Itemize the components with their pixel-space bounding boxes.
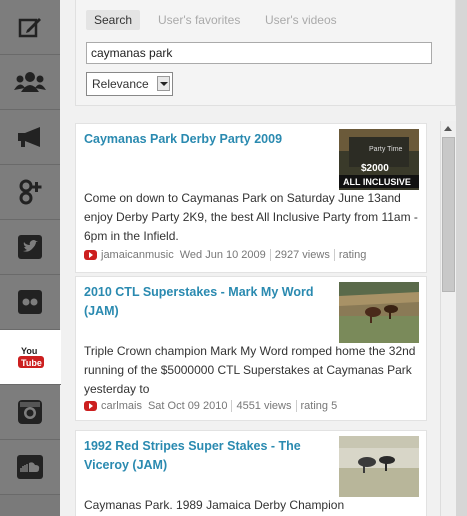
result-meta: carlmais Sat Oct 09 2010 4551 views rati… <box>84 398 424 414</box>
result-date: Wed Jun 10 2009 <box>179 249 266 261</box>
result-meta: jamaicanmusic Wed Jun 10 2009 2927 views… <box>84 247 424 263</box>
sidebar-item-twitter[interactable] <box>0 220 60 275</box>
youtube-logo-you: You <box>21 346 37 356</box>
sort-select[interactable]: Relevance <box>86 72 173 96</box>
result-rating: rating <box>338 249 367 261</box>
result-description: Triple Crown champion Mark My Word rompe… <box>84 344 416 396</box>
chevron-down-icon[interactable] <box>157 76 170 91</box>
results-list: Caymanas Park Derby Party 2009 Party Tim… <box>75 121 440 516</box>
result-views: 2927 views <box>274 249 330 261</box>
result-thumbnail[interactable] <box>339 436 419 497</box>
result-item[interactable]: Caymanas Park Derby Party 2009 Party Tim… <box>75 123 427 273</box>
youtube-small-icon <box>84 401 97 411</box>
sort-select-value: Relevance <box>92 77 149 91</box>
sidebar-item-flickr[interactable] <box>0 275 60 330</box>
result-item[interactable]: 2010 CTL Superstakes - Mark My Word (JAM… <box>75 276 427 421</box>
sidebar-item-youtube[interactable]: You Tube <box>0 330 61 385</box>
tab-users-videos[interactable]: User's videos <box>265 10 337 30</box>
panel-edge <box>456 0 467 516</box>
result-title[interactable]: 2010 CTL Superstakes - Mark My Word (JAM… <box>84 283 329 321</box>
result-thumbnail[interactable] <box>339 282 419 343</box>
sidebar-item-edit[interactable] <box>0 0 60 55</box>
result-author[interactable]: carlmais <box>101 400 142 412</box>
divider <box>333 249 335 261</box>
youtube-logo-tube: Tube <box>21 358 42 368</box>
edit-icon <box>17 14 43 40</box>
thumb-text: Party Time <box>369 146 403 153</box>
twitter-icon <box>17 234 43 260</box>
result-description: Come on down to Caymanas Park on Saturda… <box>84 191 418 243</box>
sidebar-item-users[interactable] <box>0 55 60 110</box>
search-panel: Search User's favorites User's videos Re… <box>75 0 456 106</box>
thumb-text: ALL INCLUSIVE <box>343 177 411 187</box>
result-title[interactable]: Caymanas Park Derby Party 2009 <box>84 130 329 149</box>
divider <box>295 400 297 412</box>
divider <box>269 249 271 261</box>
instagram-icon <box>17 399 43 425</box>
megaphone-icon <box>16 125 44 149</box>
result-description: Caymanas Park. 1989 Jamaica Derby Champi… <box>84 498 345 512</box>
youtube-small-icon <box>84 250 97 260</box>
soundcloud-icon <box>16 454 44 480</box>
sidebar-item-soundcloud[interactable] <box>0 440 60 495</box>
search-input[interactable] <box>86 42 432 64</box>
social-sidebar: You Tube <box>0 0 61 516</box>
sidebar-item-instagram[interactable] <box>0 385 60 440</box>
result-author[interactable]: jamaicanmusic <box>101 249 174 261</box>
result-views: 4551 views <box>236 400 292 412</box>
sidebar-item-announce[interactable] <box>0 110 60 165</box>
sidebar-item-google-plus[interactable] <box>0 165 60 220</box>
flickr-icon <box>17 289 43 315</box>
google-plus-icon <box>17 178 43 206</box>
tab-users-favorites[interactable]: User's favorites <box>158 10 240 30</box>
users-icon <box>13 70 47 94</box>
scroll-up-arrow-icon[interactable] <box>441 121 456 136</box>
tab-search[interactable]: Search <box>86 10 141 30</box>
result-item[interactable]: 1992 Red Stripes Super Stakes - The Vice… <box>75 430 427 516</box>
scrollbar-thumb[interactable] <box>442 137 455 292</box>
result-title[interactable]: 1992 Red Stripes Super Stakes - The Vice… <box>84 437 329 475</box>
divider <box>231 400 233 412</box>
thumb-text: $2000 <box>361 163 389 174</box>
result-date: Sat Oct 09 2010 <box>147 400 228 412</box>
result-thumbnail[interactable]: Party Time $2000 ALL INCLUSIVE <box>339 129 419 190</box>
result-rating: rating 5 <box>300 400 338 412</box>
results-scrollbar[interactable] <box>440 121 456 516</box>
youtube-icon: You Tube <box>17 344 45 370</box>
